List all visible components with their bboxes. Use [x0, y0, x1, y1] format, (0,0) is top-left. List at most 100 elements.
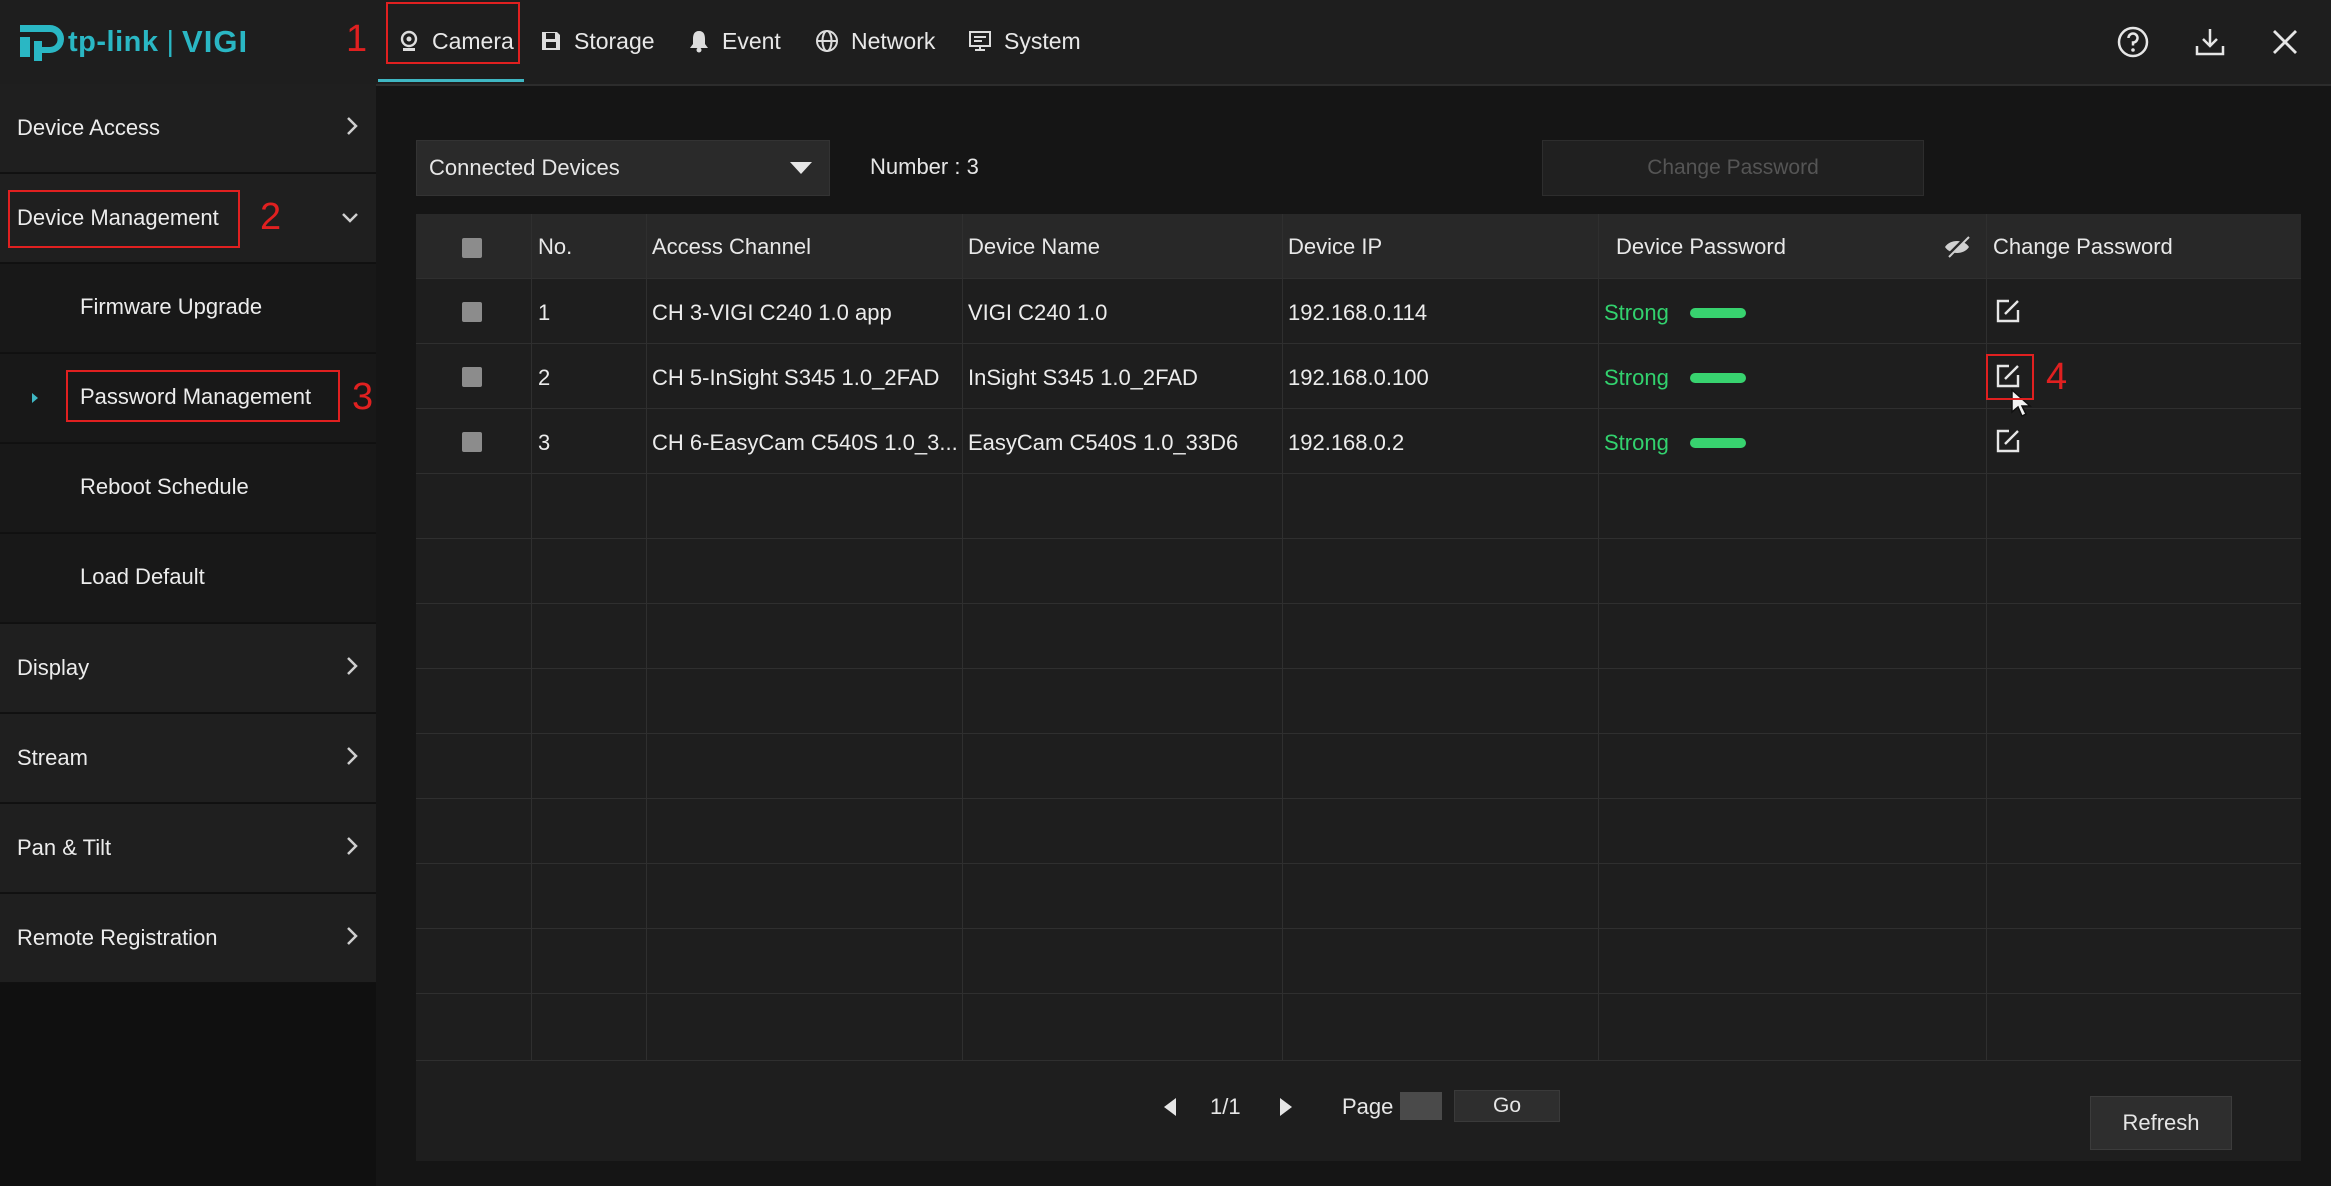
tab-system[interactable]: System	[968, 0, 1081, 82]
column-divider	[1598, 214, 1599, 1060]
cell-device-name: EasyCam C540S 1.0_33D6	[968, 430, 1239, 455]
sidebar-item-label: Pan & Tilt	[17, 835, 112, 860]
cell-no: 3	[538, 430, 551, 455]
refresh-button[interactable]: Refresh	[2090, 1096, 2232, 1150]
sidebar-item-device-access[interactable]: Device Access	[0, 84, 376, 173]
column-divider	[1282, 214, 1283, 1060]
password-strength-label: Strong	[1604, 365, 1669, 390]
chevron-right-icon	[347, 927, 358, 945]
download-button[interactable]	[2190, 22, 2230, 62]
password-strength-bar	[1690, 438, 1746, 448]
page-indicator: 1/1	[1210, 1094, 1241, 1119]
edit-password-button[interactable]	[1993, 361, 2023, 391]
column-divider	[531, 214, 532, 1060]
row-divider	[416, 278, 2301, 279]
download-icon	[2195, 29, 2225, 56]
storage-icon	[542, 32, 560, 50]
sidebar-subitem-label: Load Default	[80, 564, 205, 589]
logo-separator: |	[166, 25, 175, 58]
tab-event[interactable]: Event	[688, 0, 781, 82]
edit-password-button[interactable]	[1993, 426, 2023, 456]
row-divider	[416, 928, 2301, 929]
row-divider	[416, 473, 2301, 474]
annotation-number: 4	[2046, 356, 2068, 398]
globe-icon	[816, 30, 838, 52]
sidebar-subitem-reboot-schedule[interactable]: Reboot Schedule	[0, 444, 376, 533]
column-divider	[962, 214, 963, 1060]
password-strength-label: Strong	[1604, 300, 1669, 325]
row-divider	[416, 863, 2301, 864]
sidebar-subitem-firmware-upgrade[interactable]: Firmware Upgrade	[0, 264, 376, 353]
sidebar-item-label: Device Access	[17, 115, 161, 140]
sidebar-item-remote-registration[interactable]: Remote Registration	[0, 894, 376, 983]
prev-page-icon[interactable]	[1162, 1096, 1178, 1118]
device-filter-dropdown[interactable]: Connected Devices	[416, 140, 830, 196]
sidebar-subitem-password-management[interactable]: Password Management	[0, 354, 376, 443]
tab-network[interactable]: Network	[815, 0, 935, 82]
row-divider	[416, 603, 2301, 604]
select-all-checkbox[interactable]	[462, 238, 482, 258]
row-checkbox[interactable]	[462, 432, 482, 452]
dropdown-arrow-icon	[790, 162, 812, 174]
logo-product: VIGI	[182, 24, 249, 59]
monitor-icon	[969, 31, 991, 51]
device-count: Number : 3	[870, 154, 979, 179]
close-icon	[2273, 30, 2297, 54]
row-checkbox[interactable]	[462, 367, 482, 387]
column-divider	[646, 214, 647, 1060]
chevron-right-icon	[347, 837, 358, 855]
eye-hidden-icon[interactable]	[1942, 234, 1972, 260]
help-icon	[2117, 26, 2149, 58]
cell-access-channel: CH 3-VIGI C240 1.0 app	[652, 300, 892, 325]
edit-password-button[interactable]	[1993, 296, 2023, 326]
column-divider	[1986, 214, 1987, 1060]
go-button[interactable]: Go	[1454, 1090, 1560, 1122]
column-header-no: No.	[538, 234, 573, 259]
sidebar-item-stream[interactable]: Stream	[0, 714, 376, 803]
row-divider	[416, 343, 2301, 344]
cell-device-ip: 192.168.0.100	[1288, 365, 1429, 390]
change-password-button[interactable]: Change Password	[1542, 140, 1924, 196]
sidebar-item-display[interactable]: Display	[0, 624, 376, 713]
tab-camera[interactable]: Camera	[378, 0, 524, 82]
tab-label: Event	[722, 27, 781, 54]
password-strength-label: Strong	[1604, 430, 1669, 455]
row-divider	[416, 668, 2301, 669]
sidebar-subitem-load-default[interactable]: Load Default	[0, 534, 376, 623]
annotation-number: 2	[260, 196, 282, 238]
help-button[interactable]	[2113, 22, 2153, 62]
next-page-icon[interactable]	[1278, 1096, 1294, 1118]
sidebar-item-label: Display	[17, 655, 90, 680]
password-strength-bar	[1690, 373, 1746, 383]
tab-storage[interactable]: Storage	[540, 0, 655, 82]
cell-device-name: VIGI C240 1.0	[968, 300, 1108, 325]
sidebar: Device Access Device Management Firmware…	[0, 84, 376, 1186]
cell-no: 2	[538, 365, 551, 390]
chevron-right-icon	[347, 117, 358, 135]
sidebar-item-pan-tilt[interactable]: Pan & Tilt	[0, 804, 376, 893]
sidebar-item-device-management[interactable]: Device Management	[0, 174, 376, 263]
tab-label: Camera	[432, 27, 514, 54]
annotation-number: 3	[352, 376, 374, 418]
close-button[interactable]	[2265, 22, 2305, 62]
tab-label: System	[1004, 27, 1081, 54]
page-label: Page	[1342, 1094, 1394, 1119]
column-header-device-name: Device Name	[968, 234, 1101, 259]
camera-icon	[400, 30, 418, 51]
sidebar-subitem-label: Reboot Schedule	[80, 474, 249, 499]
cell-device-ip: 192.168.0.2	[1288, 430, 1405, 455]
page-number-input[interactable]	[1400, 1092, 1442, 1120]
cell-device-ip: 192.168.0.114	[1288, 300, 1428, 325]
cell-access-channel: CH 6-EasyCam C540S 1.0_3...	[652, 430, 958, 455]
bell-icon	[690, 31, 708, 53]
row-checkbox[interactable]	[462, 302, 482, 322]
column-header-device-ip: Device IP	[1288, 234, 1383, 259]
sidebar-item-label: Stream	[17, 745, 88, 770]
cell-no: 1	[538, 300, 551, 325]
cell-access-channel: CH 5-InSight S345 1.0_2FAD	[652, 365, 940, 390]
edit-icon	[1996, 299, 2020, 323]
row-divider	[416, 733, 2301, 734]
tab-label: Storage	[574, 27, 655, 54]
caret-right-icon	[32, 393, 38, 403]
sidebar-item-label: Remote Registration	[17, 925, 218, 950]
